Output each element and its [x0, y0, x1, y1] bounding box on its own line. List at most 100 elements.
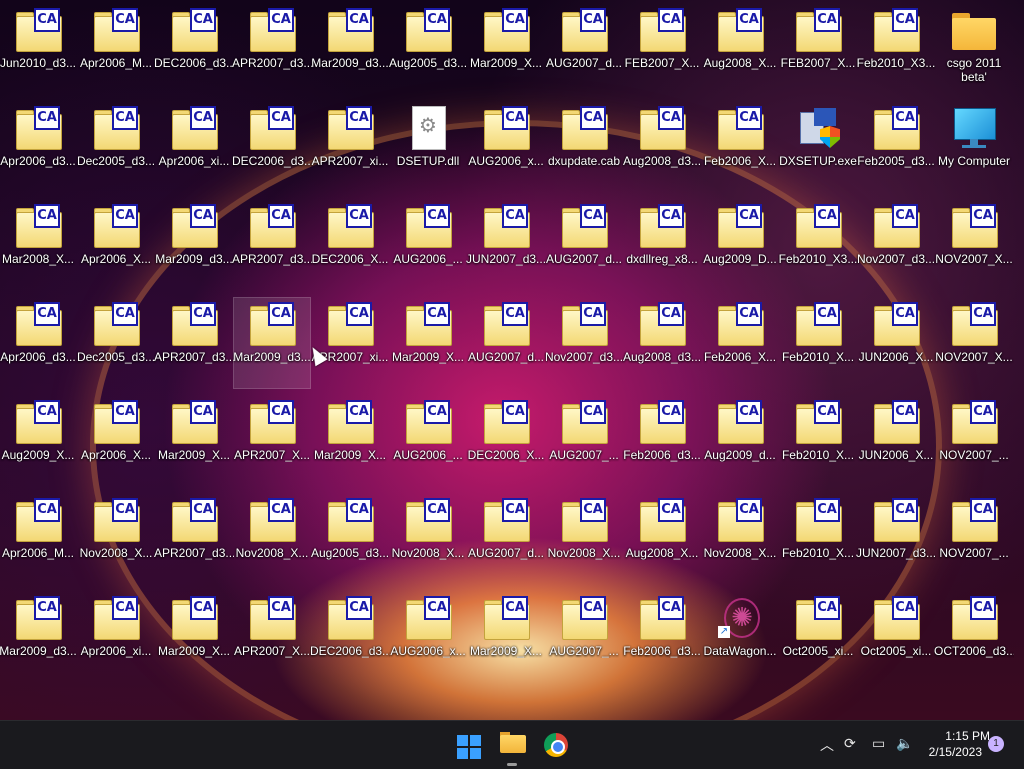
desktop-icon[interactable]: CA JUN2006_X...: [858, 298, 934, 388]
desktop-icon[interactable]: CA Nov2007_d3...: [857, 200, 935, 290]
desktop-icon[interactable]: CA Mar2009_X...: [468, 4, 544, 94]
desktop-icon[interactable]: CA Apr2006_M...: [78, 4, 154, 94]
sync-icon[interactable]: ⟳: [844, 735, 856, 752]
desktop-icon[interactable]: CA APR2007_d3...: [232, 4, 312, 94]
desktop-icon[interactable]: CA NOV2007_...: [936, 494, 1012, 584]
desktop-icon[interactable]: CA Nov2008_X...: [234, 494, 310, 584]
desktop-icon[interactable]: CA Nov2008_X...: [702, 494, 778, 584]
desktop-icon[interactable]: CA Aug2005_d3...: [311, 494, 389, 584]
desktop-icon[interactable]: CA DEC2006_d3...: [232, 102, 312, 192]
desktop-icon[interactable]: CA FEB2007_X...: [780, 4, 856, 94]
file-explorer-icon[interactable]: [494, 727, 530, 766]
desktop-icon[interactable]: CA AUG2007_d...: [468, 494, 544, 584]
desktop-icon[interactable]: CA Mar2009_d3...: [233, 297, 311, 389]
desktop-icon[interactable]: ✺ ↗ DataWagon...: [702, 592, 778, 682]
desktop-icon[interactable]: CA Apr2006_xi...: [156, 102, 232, 192]
desktop-icon[interactable]: CA DEC2006_X...: [312, 200, 388, 290]
desktop-icon[interactable]: CA Mar2009_X...: [156, 592, 232, 682]
desktop-icon[interactable]: CA Apr2006_xi...: [78, 592, 154, 682]
chrome-icon[interactable]: [538, 727, 574, 763]
desktop-icon[interactable]: CA APR2007_X...: [234, 396, 310, 486]
desktop-icon[interactable]: CA Nov2008_X...: [390, 494, 466, 584]
desktop-icon[interactable]: CA AUG2007_d...: [468, 298, 544, 388]
windows-start-icon[interactable]: [457, 727, 493, 763]
clock-time[interactable]: 1:15 PM: [930, 729, 990, 743]
desktop-icon[interactable]: CA Mar2009_X...: [390, 298, 466, 388]
notification-badge[interactable]: 1: [988, 736, 1004, 752]
desktop-icon[interactable]: CA APR2007_xi...: [312, 102, 388, 192]
desktop-icon[interactable]: CA DEC2006_d3...: [154, 4, 234, 94]
desktop-icon[interactable]: CA AUG2007_d...: [546, 4, 622, 94]
desktop-icon[interactable]: csgo 2011 beta': [936, 4, 1012, 94]
desktop-icon[interactable]: CA Aug2008_d3...: [623, 102, 701, 192]
desktop-icon[interactable]: CA JUN2006_X...: [858, 396, 934, 486]
desktop-icon[interactable]: CA dxupdate.cab: [546, 102, 622, 192]
desktop-icon[interactable]: CA Aug2009_d...: [702, 396, 778, 486]
desktop-icon[interactable]: My Computer: [936, 102, 1012, 192]
network-icon[interactable]: ▭: [872, 735, 885, 752]
desktop-icon[interactable]: CA Oct2005_xi...: [780, 592, 856, 682]
desktop-icon[interactable]: CA Feb2010_X3...: [857, 4, 935, 94]
desktop-icon[interactable]: CA Apr2006_X...: [78, 200, 154, 290]
desktop-icon[interactable]: CA Mar2009_d3...: [0, 592, 77, 682]
desktop-icon[interactable]: CA Aug2009_X...: [0, 396, 76, 486]
desktop-icon[interactable]: CA JUN2007_d3...: [856, 494, 936, 584]
desktop-icon[interactable]: CA Mar2008_X...: [0, 200, 76, 290]
desktop-icon[interactable]: CA FEB2007_X...: [624, 4, 700, 94]
desktop-icon[interactable]: CA Feb2006_X...: [702, 102, 778, 192]
desktop-icon[interactable]: CA Dec2005_d3...: [77, 298, 155, 388]
desktop-icon[interactable]: CA APR2007_d3...: [154, 298, 234, 388]
desktop-icon[interactable]: CA APR2007_X...: [234, 592, 310, 682]
desktop-icon[interactable]: CA OCT2006_d3...: [934, 592, 1014, 682]
clock-date[interactable]: 2/15/2023: [920, 745, 982, 759]
desktop-icon[interactable]: CA Apr2006_d3...: [0, 102, 76, 192]
desktop-icon[interactable]: CA Feb2006_X...: [702, 298, 778, 388]
desktop-icon[interactable]: CA AUG2006_...: [390, 396, 466, 486]
desktop-icon[interactable]: CA Aug2005_d3...: [389, 4, 467, 94]
desktop-icon[interactable]: CA Nov2008_X...: [78, 494, 154, 584]
desktop-icon[interactable]: CA AUG2006_x...: [390, 592, 466, 682]
desktop-icon[interactable]: CA Feb2010_X...: [780, 494, 856, 584]
desktop-icon[interactable]: CA DEC2006_d3...: [310, 592, 390, 682]
desktop-icon[interactable]: CA AUG2007_...: [546, 396, 622, 486]
desktop-icon[interactable]: CA Apr2006_M...: [0, 494, 76, 584]
desktop-icon[interactable]: ⚙ DSETUP.dll: [390, 102, 466, 192]
desktop-icon[interactable]: CA Feb2005_d3...: [857, 102, 935, 192]
chevron-up-icon[interactable]: ︿: [820, 735, 834, 755]
desktop-icon[interactable]: CA Feb2010_X3...: [779, 200, 857, 290]
desktop-icon[interactable]: CA NOV2007_X...: [935, 200, 1013, 290]
desktop-icon[interactable]: CA Feb2010_X...: [780, 396, 856, 486]
desktop-icon[interactable]: CA Mar2009_X...: [156, 396, 232, 486]
desktop-icon[interactable]: CA Aug2008_d3...: [623, 298, 701, 388]
desktop-icon[interactable]: CA Mar2009_d3...: [155, 200, 233, 290]
desktop-icon[interactable]: DXSETUP.exe: [779, 102, 857, 192]
volume-icon[interactable]: 🔈: [896, 735, 913, 752]
desktop-icon[interactable]: CA Feb2006_d3...: [623, 592, 701, 682]
desktop-icon[interactable]: CA NOV2007_...: [936, 396, 1012, 486]
desktop-icon[interactable]: CA Nov2007_d3...: [545, 298, 623, 388]
desktop-icon[interactable]: CA Oct2005_xi...: [858, 592, 934, 682]
desktop-icon[interactable]: CA Aug2009_D...: [702, 200, 778, 290]
desktop-icon[interactable]: CA AUG2007_d...: [546, 200, 622, 290]
desktop-icon[interactable]: CA AUG2006_x...: [468, 102, 544, 192]
desktop-icon[interactable]: CA Apr2006_d3...: [0, 298, 76, 388]
desktop-icon[interactable]: CA APR2007_d3...: [154, 494, 234, 584]
desktop-icon[interactable]: CA Mar2009_X...: [312, 396, 388, 486]
desktop-icon[interactable]: CA AUG2007_...: [546, 592, 622, 682]
desktop-icon[interactable]: CA NOV2007_X...: [935, 298, 1013, 388]
desktop-icon[interactable]: CA Nov2008_X...: [546, 494, 622, 584]
desktop-icon[interactable]: CA Mar2009_d3...: [311, 4, 389, 94]
desktop-icon[interactable]: CA JUN2007_d3...: [466, 200, 546, 290]
desktop-icon[interactable]: CA Feb2006_d3...: [623, 396, 701, 486]
desktop-icon[interactable]: CA Jun2010_d3...: [0, 4, 76, 94]
desktop-icon[interactable]: CA AUG2006_...: [390, 200, 466, 290]
desktop-icon[interactable]: CA Aug2008_X...: [702, 4, 778, 94]
desktop-icon[interactable]: CA Dec2005_d3...: [77, 102, 155, 192]
desktop[interactable]: CA Jun2010_d3... CA Apr2006_M... CA DEC2006_d…: [0, 0, 1024, 720]
desktop-icon[interactable]: CA dxdllreg_x8...: [624, 200, 700, 290]
desktop-icon[interactable]: CA DEC2006_X...: [468, 396, 544, 486]
desktop-icon[interactable]: CA APR2007_xi...: [312, 298, 388, 388]
desktop-icon[interactable]: CA APR2007_d3...: [232, 200, 312, 290]
desktop-icon[interactable]: CA Apr2006_X...: [78, 396, 154, 486]
desktop-icon[interactable]: CA Aug2008_X...: [624, 494, 700, 584]
